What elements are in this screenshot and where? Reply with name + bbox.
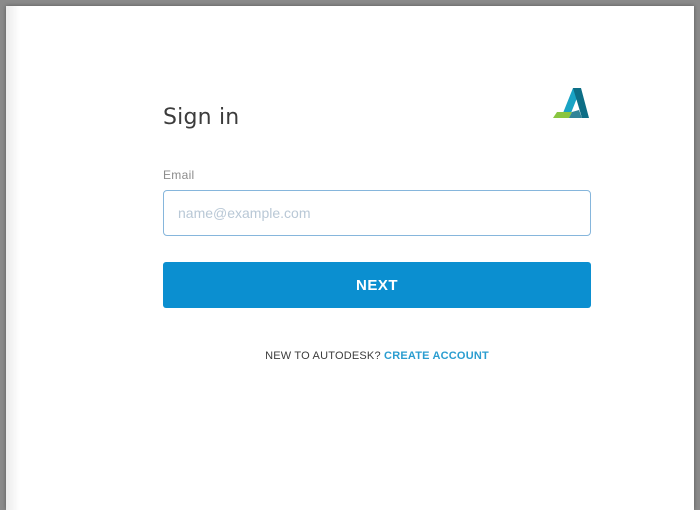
signup-prompt: NEW TO AUTODESK? [265, 350, 381, 362]
signin-card: Sign in Email NEXT NEW TO AUTODESK? CREA… [163, 78, 591, 362]
page-title: Sign in [163, 104, 240, 130]
next-button[interactable]: NEXT [163, 262, 591, 308]
create-account-link[interactable]: CREATE ACCOUNT [384, 350, 489, 362]
title-row: Sign in [163, 78, 591, 130]
autodesk-logo [553, 88, 589, 118]
email-label: Email [163, 168, 195, 182]
signup-row: NEW TO AUTODESK? CREATE ACCOUNT [163, 350, 591, 362]
signin-window: Sign in Email NEXT NEW TO AUTODESK? CREA… [6, 6, 694, 510]
email-field[interactable] [163, 190, 591, 236]
